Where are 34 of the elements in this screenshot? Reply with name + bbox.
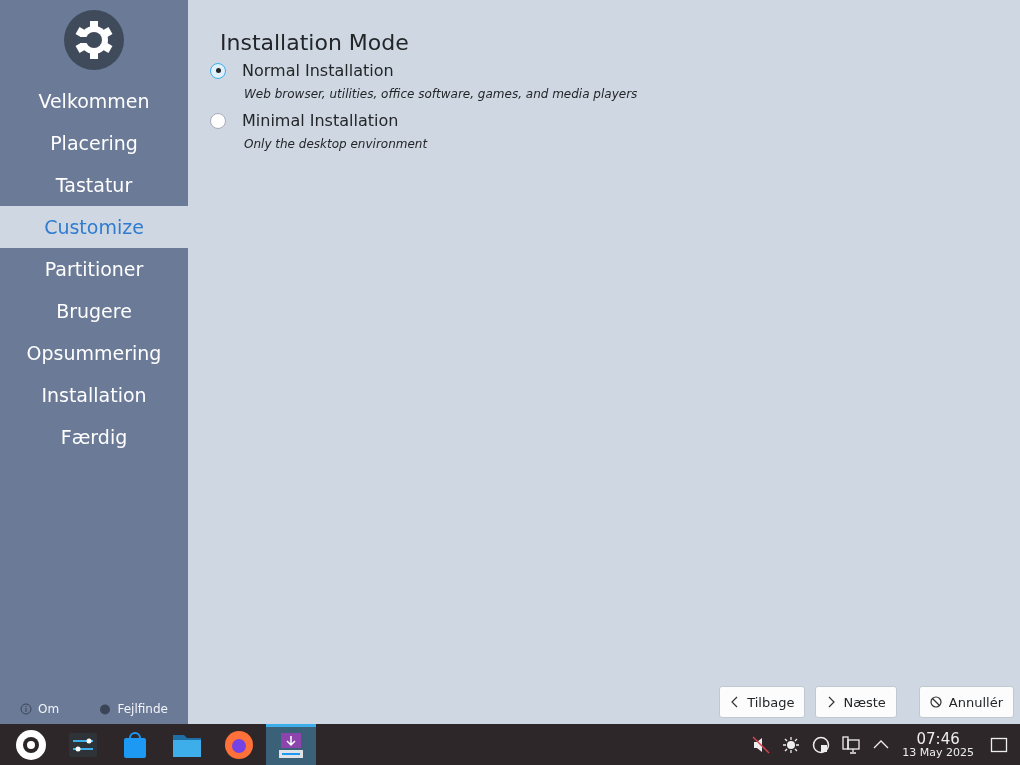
sidebar-step[interactable]: Færdig	[0, 416, 188, 458]
sidebar-step[interactable]: Tastatur	[0, 164, 188, 206]
bug-icon	[99, 703, 112, 715]
muted-speaker-icon[interactable]	[752, 735, 771, 754]
radio-option[interactable]: Normal Installation	[210, 61, 1014, 80]
brightness-icon[interactable]	[782, 735, 801, 754]
sidebar-step[interactable]: Brugere	[0, 290, 188, 332]
page-title: Installation Mode	[220, 30, 410, 55]
info-icon	[20, 703, 33, 715]
sidebar-step[interactable]: Installation	[0, 374, 188, 416]
clock-time: 07:46	[916, 731, 960, 747]
gear-logo-icon	[64, 10, 124, 70]
chevron-right-icon	[826, 696, 837, 708]
network-icon[interactable]	[812, 735, 831, 754]
show-desktop-icon[interactable]	[990, 735, 1008, 754]
radio-option[interactable]: Minimal Installation	[210, 111, 1014, 130]
cancel-icon	[929, 696, 942, 708]
sidebar-step[interactable]: Velkommen	[0, 80, 188, 122]
wired-network-icon[interactable]	[842, 735, 861, 754]
option-description: Only the desktop environment	[244, 137, 429, 151]
sidebar-link[interactable]: Fejlfinde	[99, 702, 168, 716]
option-description: Web browser, utilities, office software, games, and media players	[244, 87, 639, 101]
nav-button[interactable]: Annullér	[918, 686, 1014, 718]
nav-button[interactable]: Tilbage	[719, 686, 806, 718]
radio-button[interactable]	[210, 62, 226, 79]
radio-button[interactable]	[210, 112, 226, 129]
clock-date: 13 May 2025	[902, 746, 974, 758]
clock[interactable]: 07:46 13 May 2025	[902, 731, 974, 758]
sidebar-link[interactable]: Om	[20, 702, 60, 716]
nav-button[interactable]: Næste	[815, 686, 897, 718]
sidebar-step[interactable]: Partitioner	[0, 248, 188, 290]
sidebar-step[interactable]: Opsummering	[0, 332, 188, 374]
sidebar-step[interactable]: Placering	[0, 122, 188, 164]
sidebar-step[interactable]: Customize	[0, 206, 188, 248]
